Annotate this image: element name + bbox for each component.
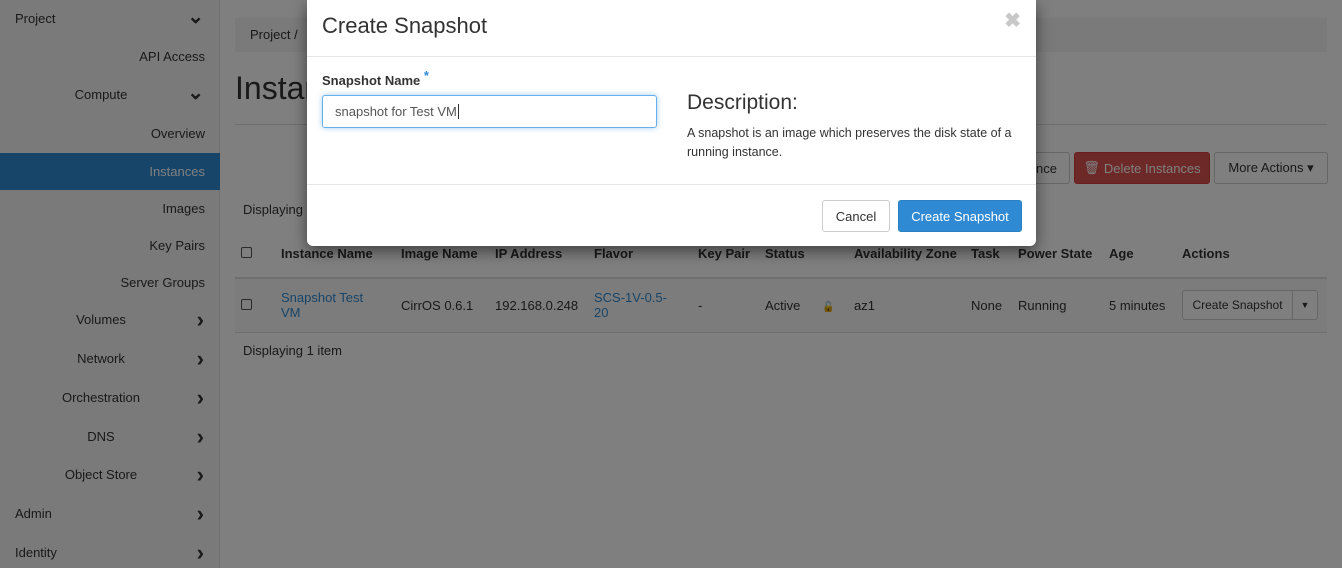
snapshot-name-label: Snapshot Name *: [322, 68, 429, 88]
description-title: Description:: [687, 91, 798, 114]
cancel-button[interactable]: Cancel: [822, 200, 890, 232]
field-label-text: Snapshot Name: [322, 73, 421, 88]
create-snapshot-dialog: Create Snapshot ✖ Snapshot Name * snapsh…: [307, 0, 1036, 246]
snapshot-name-value: snapshot for Test VM: [335, 104, 457, 119]
required-marker: *: [423, 68, 429, 83]
create-snapshot-button[interactable]: Create Snapshot: [898, 200, 1022, 232]
snapshot-name-input[interactable]: snapshot for Test VM: [322, 95, 657, 128]
close-icon[interactable]: ✖: [1004, 8, 1021, 33]
modal-title: Create Snapshot: [322, 13, 488, 38]
modal-footer: [307, 184, 1036, 185]
description-text: A snapshot is an image which preserves t…: [687, 126, 1012, 159]
